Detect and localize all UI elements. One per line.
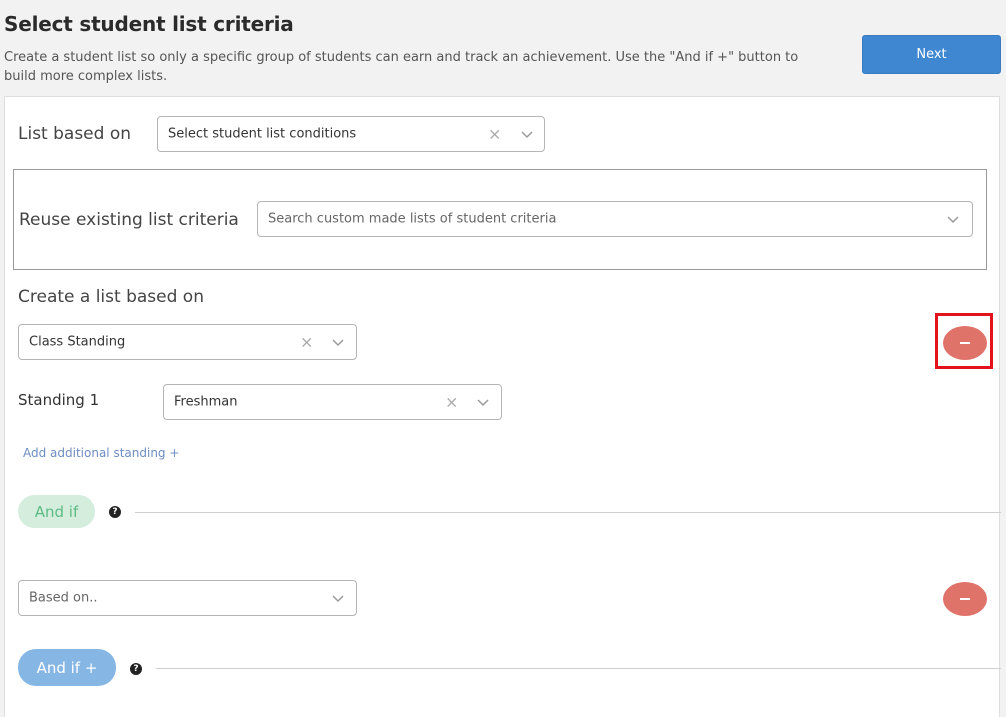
criteria-panel: List based on Select student list condit… bbox=[4, 96, 1001, 717]
based-on-placeholder: Based on.. bbox=[29, 590, 98, 606]
create-list-select[interactable]: Class Standing × bbox=[18, 324, 357, 360]
reuse-criteria-label: Reuse existing list criteria bbox=[19, 210, 239, 230]
page-description: Create a student list so only a specific… bbox=[4, 50, 799, 84]
clear-icon[interactable]: × bbox=[300, 333, 313, 352]
next-button[interactable]: Next bbox=[862, 35, 1001, 74]
minus-icon bbox=[960, 342, 970, 344]
reuse-criteria-box: Reuse existing list criteria Search cust… bbox=[13, 169, 987, 270]
page: Select student list criteria Create a st… bbox=[0, 0, 1006, 717]
standing-value: Freshman bbox=[174, 394, 238, 410]
list-based-on-value: Select student list conditions bbox=[168, 126, 357, 142]
remove-criteria-button[interactable] bbox=[943, 326, 987, 360]
list-based-on-label: List based on bbox=[18, 124, 132, 144]
chevron-down-icon[interactable] bbox=[331, 591, 345, 605]
clear-icon[interactable]: × bbox=[488, 125, 501, 144]
page-title: Select student list criteria bbox=[4, 12, 294, 36]
divider bbox=[156, 668, 1001, 669]
standing-select[interactable]: Freshman × bbox=[163, 384, 502, 420]
help-icon[interactable]: ? bbox=[130, 663, 142, 675]
chevron-down-icon[interactable] bbox=[476, 395, 490, 409]
create-list-value: Class Standing bbox=[29, 334, 126, 350]
add-standing-link[interactable]: Add additional standing + bbox=[23, 446, 179, 460]
help-icon[interactable]: ? bbox=[109, 506, 121, 518]
remove-condition-button[interactable] bbox=[943, 582, 987, 616]
chevron-down-icon[interactable] bbox=[331, 335, 345, 349]
and-if-button[interactable]: And if bbox=[18, 495, 95, 528]
based-on-select[interactable]: Based on.. bbox=[18, 580, 357, 616]
minus-icon bbox=[960, 598, 970, 600]
standing-label: Standing 1 bbox=[18, 391, 100, 409]
reuse-criteria-placeholder: Search custom made lists of student crit… bbox=[268, 211, 557, 227]
chevron-down-icon[interactable] bbox=[520, 127, 534, 141]
reuse-criteria-search[interactable]: Search custom made lists of student crit… bbox=[257, 201, 973, 237]
clear-icon[interactable]: × bbox=[445, 393, 458, 412]
create-list-label: Create a list based on bbox=[18, 287, 204, 307]
list-based-on-select[interactable]: Select student list conditions × bbox=[157, 116, 545, 152]
divider bbox=[135, 512, 1001, 513]
chevron-down-icon[interactable] bbox=[946, 212, 960, 226]
and-if-add-button[interactable]: And if + bbox=[18, 649, 116, 686]
